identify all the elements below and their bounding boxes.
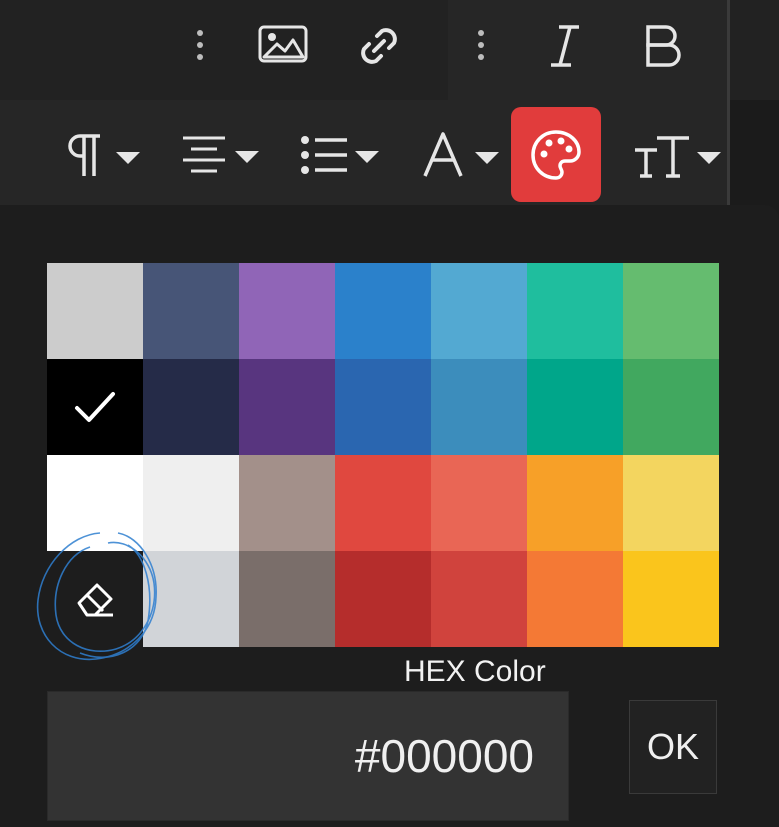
- image-icon: [258, 25, 308, 63]
- color-swatch[interactable]: [431, 551, 527, 647]
- italic-icon: [551, 25, 579, 67]
- list-button[interactable]: [296, 130, 384, 180]
- ok-button[interactable]: OK: [629, 700, 717, 794]
- color-swatch[interactable]: [431, 359, 527, 455]
- font-color-button[interactable]: [420, 126, 502, 184]
- color-swatch[interactable]: [143, 551, 239, 647]
- bold-button[interactable]: [636, 18, 690, 74]
- color-swatch[interactable]: [143, 263, 239, 359]
- text-size-button[interactable]: [630, 128, 724, 182]
- remove-color-button[interactable]: [47, 551, 143, 647]
- color-swatch[interactable]: [239, 551, 335, 647]
- more-options-button[interactable]: [183, 22, 217, 68]
- link-icon: [361, 28, 397, 64]
- color-swatch[interactable]: [623, 263, 719, 359]
- color-swatch[interactable]: [239, 263, 335, 359]
- color-swatch[interactable]: [335, 359, 431, 455]
- font-color-icon: [423, 132, 499, 177]
- palette-icon: [531, 129, 581, 180]
- italic-button[interactable]: [540, 18, 590, 74]
- list-icon: [301, 136, 379, 174]
- color-palette-button[interactable]: [511, 107, 601, 202]
- color-swatch[interactable]: [335, 551, 431, 647]
- color-swatch[interactable]: [623, 359, 719, 455]
- color-swatch[interactable]: [239, 455, 335, 551]
- paragraph-icon: [68, 134, 140, 176]
- color-swatch[interactable]: [47, 455, 143, 551]
- color-swatch-grid: [47, 263, 719, 647]
- hex-color-input[interactable]: [47, 691, 569, 821]
- color-swatch[interactable]: [527, 359, 623, 455]
- color-swatch[interactable]: [47, 263, 143, 359]
- color-swatch[interactable]: [143, 359, 239, 455]
- color-swatch[interactable]: [431, 263, 527, 359]
- align-button[interactable]: [176, 130, 264, 180]
- insert-link-button[interactable]: [349, 18, 409, 74]
- color-swatch[interactable]: [527, 263, 623, 359]
- color-swatch[interactable]: [431, 455, 527, 551]
- color-swatch[interactable]: [239, 359, 335, 455]
- insert-image-button[interactable]: [254, 20, 312, 68]
- color-swatch[interactable]: [527, 455, 623, 551]
- toolbar-divider: [727, 0, 730, 205]
- align-icon: [183, 136, 259, 173]
- check-icon: [75, 392, 115, 422]
- eraser-icon: [77, 583, 113, 617]
- color-swatch[interactable]: [335, 455, 431, 551]
- paragraph-format-button[interactable]: [60, 126, 144, 184]
- more-icon: [197, 30, 203, 60]
- hex-color-label: HEX Color: [404, 655, 546, 688]
- color-swatch[interactable]: [143, 455, 239, 551]
- color-swatch[interactable]: [335, 263, 431, 359]
- more-icon: [478, 30, 484, 60]
- color-swatch[interactable]: [623, 551, 719, 647]
- text-size-icon: [635, 136, 721, 178]
- color-swatch[interactable]: [527, 551, 623, 647]
- more-options-button-2[interactable]: [464, 22, 498, 68]
- color-swatch[interactable]: [47, 359, 143, 455]
- color-swatch[interactable]: [623, 455, 719, 551]
- bold-icon: [646, 25, 681, 67]
